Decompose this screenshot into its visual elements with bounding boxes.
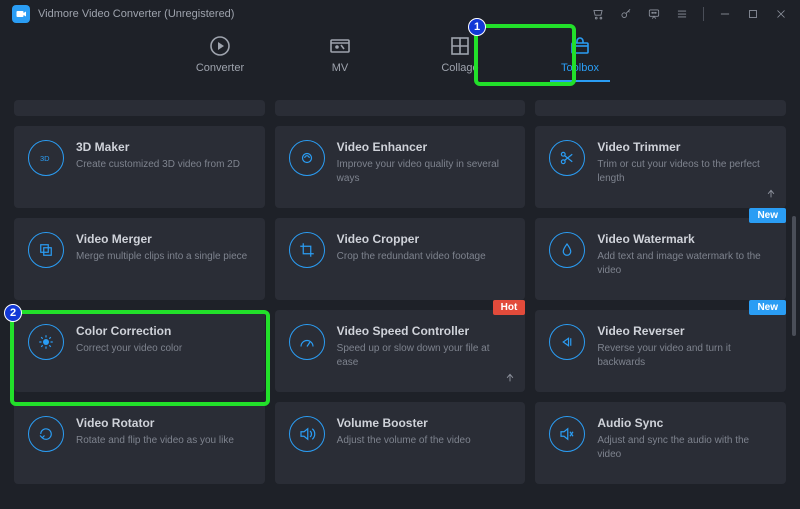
maximize-button[interactable] [746,7,760,21]
window-controls [591,7,788,21]
card-video-trimmer[interactable]: Video Trimmer Trim or cut your videos to… [535,126,786,208]
enhancer-icon [289,140,325,176]
card-cut[interactable] [14,100,265,116]
merger-icon [28,232,64,268]
tab-converter[interactable]: Converter [190,34,250,82]
scrollbar[interactable] [792,216,796,336]
toolbox-icon [568,34,592,58]
card-title: Audio Sync [597,416,772,430]
hot-badge: Hot [493,300,526,315]
card-desc: Merge multiple clips into a single piece [76,250,251,264]
card-desc: Correct your video color [76,342,251,356]
titlebar: Vidmore Video Converter (Unregistered) [0,0,800,28]
card-desc: Trim or cut your videos to the perfect l… [597,158,772,185]
titlebar-left: Vidmore Video Converter (Unregistered) [12,5,234,23]
card-title: Video Cropper [337,232,512,246]
card-3d-maker[interactable]: 3D 3D Maker Create customized 3D video f… [14,126,265,208]
tab-label: MV [332,62,349,74]
main-tabs: Converter MV Collage Toolbox [0,28,800,96]
card-video-reverser[interactable]: New Video Reverser Reverse your video an… [535,310,786,392]
pin-icon[interactable] [503,372,517,386]
watermark-icon [549,232,585,268]
card-desc: Reverse your video and turn it backwards [597,342,772,369]
card-desc: Speed up or slow down your file at ease [337,342,512,369]
card-title: Video Rotator [76,416,251,430]
tab-collage[interactable]: Collage [430,34,490,82]
card-color-correction[interactable]: Color Correction Correct your video colo… [14,310,265,392]
tab-label: Toolbox [561,62,599,74]
card-title: Video Reverser [597,324,772,338]
card-title: Volume Booster [337,416,512,430]
card-desc: Add text and image watermark to the vide… [597,250,772,277]
minimize-button[interactable] [718,7,732,21]
menu-icon[interactable] [675,7,689,21]
card-cut[interactable] [535,100,786,116]
color-icon [28,324,64,360]
card-video-watermark[interactable]: New Video Watermark Add text and image w… [535,218,786,300]
card-title: Video Merger [76,232,251,246]
mv-icon [328,34,352,58]
card-desc: Rotate and flip the video as you like [76,434,251,448]
card-video-enhancer[interactable]: Video Enhancer Improve your video qualit… [275,126,526,208]
svg-text:3D: 3D [40,154,50,163]
card-title: Color Correction [76,324,251,338]
card-desc: Improve your video quality in several wa… [337,158,512,185]
reverse-icon [549,324,585,360]
collage-icon [448,34,472,58]
card-desc: Adjust the volume of the video [337,434,512,448]
converter-icon [208,34,232,58]
key-icon[interactable] [619,7,633,21]
rotate-icon [28,416,64,452]
volume-icon [289,416,325,452]
card-title: Video Watermark [597,232,772,246]
card-title: Video Enhancer [337,140,512,154]
divider [703,7,704,21]
app-title: Vidmore Video Converter (Unregistered) [38,8,234,20]
card-video-merger[interactable]: Video Merger Merge multiple clips into a… [14,218,265,300]
scissors-icon [549,140,585,176]
close-button[interactable] [774,7,788,21]
card-volume-booster[interactable]: Volume Booster Adjust the volume of the … [275,402,526,484]
toolbox-grid-wrap: 3D 3D Maker Create customized 3D video f… [0,96,800,509]
annotation-number-1: 1 [468,18,486,36]
card-cut[interactable] [275,100,526,116]
tab-label: Converter [196,62,244,74]
crop-icon [289,232,325,268]
tab-mv[interactable]: MV [310,34,370,82]
card-desc: Create customized 3D video from 2D [76,158,251,172]
feedback-icon[interactable] [647,7,661,21]
card-video-cropper[interactable]: Video Cropper Crop the redundant video f… [275,218,526,300]
pin-icon[interactable] [764,188,778,202]
card-video-speed-controller[interactable]: Hot Video Speed Controller Speed up or s… [275,310,526,392]
cart-icon[interactable] [591,7,605,21]
tab-label: Collage [441,62,478,74]
toolbox-grid: 3D 3D Maker Create customized 3D video f… [14,96,786,484]
card-desc: Crop the redundant video footage [337,250,512,264]
card-video-rotator[interactable]: Video Rotator Rotate and flip the video … [14,402,265,484]
speed-icon [289,324,325,360]
card-title: Video Speed Controller [337,324,512,338]
card-desc: Adjust and sync the audio with the video [597,434,772,461]
app-logo-icon [12,5,30,23]
card-title: 3D Maker [76,140,251,154]
card-title: Video Trimmer [597,140,772,154]
audio-sync-icon [549,416,585,452]
card-audio-sync[interactable]: Audio Sync Adjust and sync the audio wit… [535,402,786,484]
new-badge: New [749,208,786,223]
annotation-number-2: 2 [4,304,22,322]
3d-icon: 3D [28,140,64,176]
tab-toolbox[interactable]: Toolbox [550,34,610,82]
new-badge: New [749,300,786,315]
